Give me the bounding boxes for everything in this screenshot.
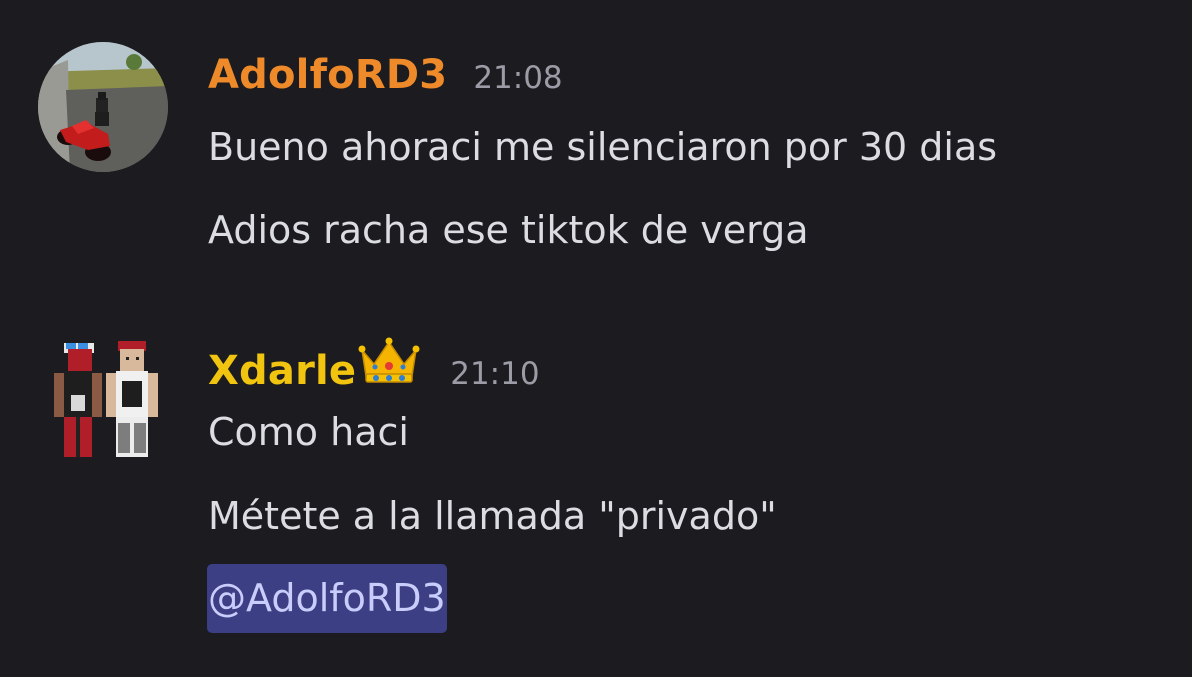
timestamp: 21:10 bbox=[450, 356, 540, 392]
username-adolford3[interactable]: AdolfoRD3 bbox=[208, 52, 447, 98]
chat-message-list: AdolfoRD3 21:08 Bueno ahoraci me silenci… bbox=[0, 0, 1192, 677]
user-mention[interactable]: @AdolfoRD3 bbox=[207, 564, 447, 633]
crown-icon bbox=[358, 336, 420, 384]
two-roblox-characters-avatar-icon bbox=[54, 341, 158, 457]
message-header: Xdarle 21:10 bbox=[208, 336, 540, 394]
avatar-adolford3[interactable] bbox=[38, 42, 168, 172]
message-text: Adios racha ese tiktok de verga bbox=[208, 208, 809, 252]
motorcycle-avatar-icon bbox=[38, 42, 168, 172]
message-text: Como haci bbox=[208, 410, 409, 454]
message-header: AdolfoRD3 21:08 bbox=[208, 52, 563, 98]
message-text: Bueno ahoraci me silenciaron por 30 dias bbox=[208, 125, 998, 169]
message-text: Métete a la llamada "privado" bbox=[208, 494, 777, 538]
username-xdarle[interactable]: Xdarle bbox=[208, 348, 356, 394]
timestamp: 21:08 bbox=[473, 60, 563, 96]
avatar-xdarle[interactable] bbox=[38, 333, 168, 463]
